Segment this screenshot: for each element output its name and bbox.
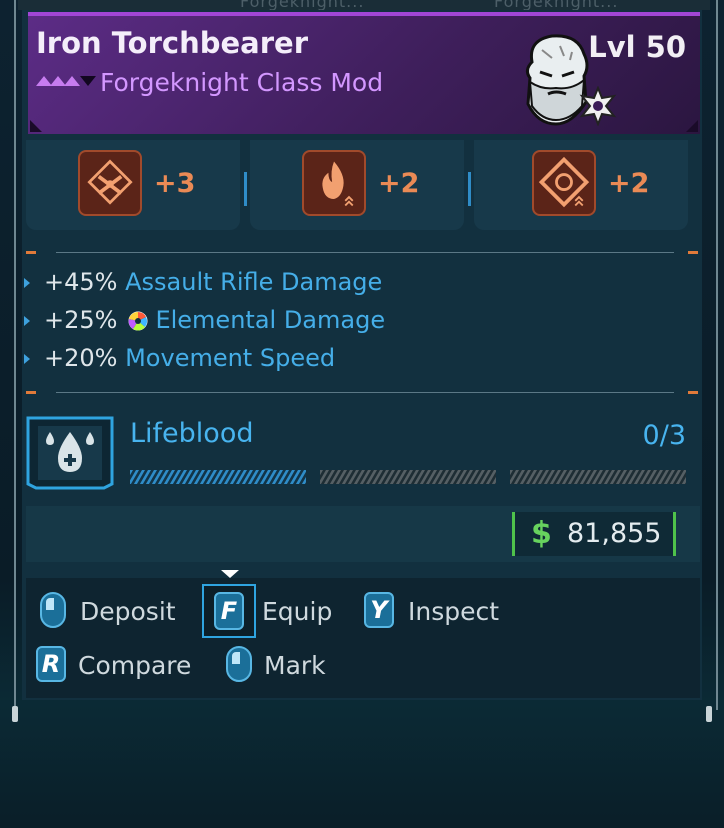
bullet-arrow-icon bbox=[24, 354, 30, 364]
elemental-icon bbox=[128, 311, 148, 331]
skill-bonus-2-value: +2 bbox=[378, 168, 420, 199]
ability-section: Lifeblood 0/3 bbox=[24, 414, 700, 496]
ability-progress-segment-1 bbox=[130, 470, 306, 484]
section-divider-2 bbox=[26, 391, 698, 394]
item-value: 81,855 bbox=[567, 518, 662, 549]
compare-action[interactable]: R Compare bbox=[36, 646, 216, 686]
lifeblood-drop-icon bbox=[26, 416, 114, 490]
ability-count: 0/3 bbox=[642, 420, 686, 451]
bullet-arrow-icon bbox=[24, 316, 30, 326]
mouse-right-icon bbox=[226, 646, 252, 682]
ability-progress-segment-2 bbox=[320, 470, 496, 484]
item-value-box: $ 81,855 bbox=[512, 512, 676, 556]
flame-skill-icon bbox=[302, 150, 366, 216]
action-prompts: Deposit F Equip Y Inspect R Compare Mark bbox=[26, 570, 700, 698]
skill-bonus-row: +3 +2 +2 bbox=[26, 140, 700, 232]
cash-icon: $ bbox=[531, 516, 552, 551]
mark-action[interactable]: Mark bbox=[226, 646, 346, 686]
equip-key-highlight[interactable]: F bbox=[202, 584, 256, 638]
inspect-label: Inspect bbox=[408, 597, 500, 626]
stat-line-2: +25% Elemental Damage bbox=[24, 304, 385, 336]
mouse-left-icon bbox=[40, 592, 66, 628]
ability-progress-segment-3 bbox=[510, 470, 686, 484]
y-key-icon: Y bbox=[364, 592, 394, 628]
f-key-icon: F bbox=[214, 592, 244, 630]
skill-bonus-2[interactable]: +2 bbox=[250, 140, 464, 230]
crossed-guns-skill-icon bbox=[78, 150, 142, 216]
compare-label: Compare bbox=[78, 651, 192, 680]
deposit-action[interactable]: Deposit bbox=[40, 592, 200, 632]
deposit-label: Deposit bbox=[80, 597, 176, 626]
skill-separator-1 bbox=[244, 172, 247, 206]
stat-name: Movement Speed bbox=[125, 344, 336, 372]
inspect-action[interactable]: Y Inspect bbox=[364, 592, 524, 632]
diamond-burst-skill-icon bbox=[532, 150, 596, 216]
selected-caret-icon bbox=[221, 570, 239, 578]
frame-cap-right bbox=[706, 706, 712, 722]
equip-label: Equip bbox=[262, 597, 333, 626]
skill-bonus-3[interactable]: +2 bbox=[474, 140, 688, 230]
skill-separator-2 bbox=[468, 172, 471, 206]
stat-line-3: +20% Movement Speed bbox=[24, 342, 335, 374]
skill-bonus-1[interactable]: +3 bbox=[26, 140, 240, 230]
rarity-chevrons-icon bbox=[36, 76, 96, 86]
bullet-arrow-icon bbox=[24, 278, 30, 288]
value-row: $ 81,855 bbox=[26, 506, 700, 562]
mark-label: Mark bbox=[264, 651, 326, 680]
stat-value: +20% bbox=[44, 344, 118, 372]
ability-name: Lifeblood bbox=[130, 418, 254, 449]
r-key-icon: R bbox=[36, 646, 66, 682]
class-badge-icon bbox=[579, 86, 617, 126]
section-divider-1 bbox=[26, 251, 698, 254]
item-name: Iron Torchbearer bbox=[36, 26, 309, 60]
stat-value: +25% bbox=[44, 306, 118, 334]
stat-name: Elemental Damage bbox=[155, 306, 386, 334]
stat-line-1: +45% Assault Rifle Damage bbox=[24, 266, 382, 298]
skill-bonus-3-value: +2 bbox=[608, 168, 650, 199]
header-corner-left bbox=[30, 120, 42, 132]
frame-cap-left bbox=[12, 706, 18, 722]
equip-action[interactable]: Equip bbox=[262, 592, 362, 632]
skill-bonus-1-value: +3 bbox=[154, 168, 196, 199]
stat-name: Assault Rifle Damage bbox=[125, 268, 383, 296]
item-level: Lvl 50 bbox=[588, 30, 686, 64]
header-corner-right bbox=[686, 120, 698, 132]
item-type: Forgeknight Class Mod bbox=[100, 68, 384, 97]
item-header: Iron Torchbearer Forgeknight Class Mod L… bbox=[28, 12, 700, 134]
stat-value: +45% bbox=[44, 268, 118, 296]
